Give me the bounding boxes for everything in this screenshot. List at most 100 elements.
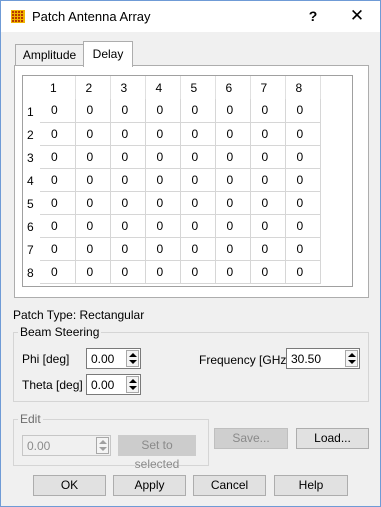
grid-cell[interactable]: 0 bbox=[110, 260, 146, 284]
grid-cell[interactable]: 0 bbox=[215, 214, 251, 238]
grid-cell[interactable]: 0 bbox=[285, 214, 321, 238]
grid-cell[interactable]: 0 bbox=[145, 260, 181, 284]
column-header[interactable]: 2 bbox=[75, 76, 111, 99]
grid-cell[interactable]: 0 bbox=[75, 99, 111, 123]
grid-cell[interactable]: 0 bbox=[215, 99, 251, 123]
grid-cell[interactable]: 0 bbox=[180, 260, 216, 284]
grid-cell[interactable]: 0 bbox=[75, 237, 111, 261]
grid-cell[interactable]: 0 bbox=[180, 191, 216, 215]
grid-cell[interactable]: 0 bbox=[285, 145, 321, 169]
row-header[interactable]: 1 bbox=[23, 99, 40, 122]
grid-cell[interactable]: 0 bbox=[40, 99, 76, 123]
row-header[interactable]: 4 bbox=[23, 168, 40, 191]
grid-cell[interactable]: 0 bbox=[40, 145, 76, 169]
theta-spin-arrows[interactable] bbox=[126, 376, 139, 393]
grid-cell[interactable]: 0 bbox=[215, 237, 251, 261]
row-header[interactable]: 2 bbox=[23, 122, 40, 145]
grid-cell[interactable]: 0 bbox=[110, 168, 146, 192]
grid-cell[interactable]: 0 bbox=[75, 191, 111, 215]
grid-cell[interactable]: 0 bbox=[40, 260, 76, 284]
grid-cell[interactable]: 0 bbox=[180, 122, 216, 146]
grid-cell[interactable]: 0 bbox=[145, 191, 181, 215]
grid-cell[interactable]: 0 bbox=[145, 214, 181, 238]
grid-cell[interactable]: 0 bbox=[110, 214, 146, 238]
grid-cell[interactable]: 0 bbox=[145, 168, 181, 192]
apply-button[interactable]: Apply bbox=[113, 475, 186, 496]
grid-cell[interactable]: 0 bbox=[215, 191, 251, 215]
grid-cell[interactable]: 0 bbox=[215, 122, 251, 146]
grid-cell[interactable]: 0 bbox=[40, 122, 76, 146]
grid-cell[interactable]: 0 bbox=[145, 122, 181, 146]
grid-cell[interactable]: 0 bbox=[285, 191, 321, 215]
row-header[interactable]: 6 bbox=[23, 214, 40, 237]
save-button[interactable]: Save... bbox=[214, 428, 288, 449]
spin-down-icon[interactable] bbox=[129, 386, 137, 390]
grid-cell[interactable]: 0 bbox=[145, 237, 181, 261]
grid-cell[interactable]: 0 bbox=[250, 122, 286, 146]
grid-cell[interactable]: 0 bbox=[110, 145, 146, 169]
spin-down-icon[interactable] bbox=[348, 360, 356, 364]
spin-up-icon[interactable] bbox=[129, 379, 137, 383]
close-icon[interactable]: ✕ bbox=[345, 6, 369, 26]
row-header[interactable]: 5 bbox=[23, 191, 40, 214]
grid-cell[interactable]: 0 bbox=[285, 260, 321, 284]
grid-cell[interactable]: 0 bbox=[250, 260, 286, 284]
grid-cell[interactable]: 0 bbox=[250, 99, 286, 123]
spin-up-icon[interactable] bbox=[129, 353, 137, 357]
frequency-spin-arrows[interactable] bbox=[345, 350, 358, 367]
grid-cell[interactable]: 0 bbox=[40, 237, 76, 261]
grid-cell[interactable]: 0 bbox=[250, 214, 286, 238]
column-header[interactable]: 5 bbox=[180, 76, 216, 99]
spin-up-icon[interactable] bbox=[348, 353, 356, 357]
load-button[interactable]: Load... bbox=[296, 428, 369, 449]
grid-cell[interactable]: 0 bbox=[180, 214, 216, 238]
phi-spinbox[interactable]: 0.00 bbox=[86, 348, 141, 369]
cancel-button[interactable]: Cancel bbox=[193, 475, 266, 496]
column-header[interactable]: 4 bbox=[145, 76, 181, 99]
grid-cell[interactable]: 0 bbox=[110, 237, 146, 261]
grid-cell[interactable]: 0 bbox=[110, 191, 146, 215]
spin-down-icon[interactable] bbox=[99, 447, 107, 451]
row-header[interactable]: 7 bbox=[23, 237, 40, 260]
grid-cell[interactable]: 0 bbox=[250, 168, 286, 192]
column-header[interactable]: 1 bbox=[40, 76, 76, 99]
delay-grid[interactable]: 12345678 1000000002000000003000000004000… bbox=[22, 75, 353, 287]
grid-cell[interactable]: 0 bbox=[110, 122, 146, 146]
grid-cell[interactable]: 0 bbox=[285, 168, 321, 192]
grid-cell[interactable]: 0 bbox=[75, 214, 111, 238]
tab-delay[interactable]: Delay bbox=[83, 41, 133, 67]
theta-spinbox[interactable]: 0.00 bbox=[86, 374, 141, 395]
frequency-spinbox[interactable]: 30.50 bbox=[286, 348, 360, 369]
grid-cell[interactable]: 0 bbox=[75, 145, 111, 169]
grid-cell[interactable]: 0 bbox=[180, 168, 216, 192]
grid-cell[interactable]: 0 bbox=[215, 145, 251, 169]
grid-cell[interactable]: 0 bbox=[110, 99, 146, 123]
help-button[interactable]: Help bbox=[274, 475, 348, 496]
help-title-button[interactable]: ? bbox=[301, 6, 325, 26]
grid-cell[interactable]: 0 bbox=[145, 99, 181, 123]
grid-cell[interactable]: 0 bbox=[75, 260, 111, 284]
grid-cell[interactable]: 0 bbox=[180, 99, 216, 123]
spin-down-icon[interactable] bbox=[129, 360, 137, 364]
grid-cell[interactable]: 0 bbox=[180, 237, 216, 261]
grid-cell[interactable]: 0 bbox=[250, 145, 286, 169]
phi-spin-arrows[interactable] bbox=[126, 350, 139, 367]
grid-cell[interactable]: 0 bbox=[145, 145, 181, 169]
grid-cell[interactable]: 0 bbox=[40, 191, 76, 215]
grid-cell[interactable]: 0 bbox=[75, 122, 111, 146]
row-header[interactable]: 8 bbox=[23, 260, 40, 283]
row-header[interactable]: 3 bbox=[23, 145, 40, 168]
column-header[interactable]: 3 bbox=[110, 76, 146, 99]
grid-cell[interactable]: 0 bbox=[75, 168, 111, 192]
grid-cell[interactable]: 0 bbox=[40, 168, 76, 192]
grid-cell[interactable]: 0 bbox=[285, 237, 321, 261]
set-to-selected-button[interactable]: Set to selected bbox=[118, 435, 196, 471]
grid-cell[interactable]: 0 bbox=[215, 260, 251, 284]
spin-up-icon[interactable] bbox=[99, 440, 107, 444]
grid-cell[interactable]: 0 bbox=[285, 122, 321, 146]
grid-cell[interactable]: 0 bbox=[180, 145, 216, 169]
grid-cell[interactable]: 0 bbox=[215, 168, 251, 192]
column-header[interactable]: 8 bbox=[285, 76, 321, 99]
grid-cell[interactable]: 0 bbox=[285, 99, 321, 123]
edit-value-spinbox[interactable]: 0.00 bbox=[22, 435, 111, 456]
